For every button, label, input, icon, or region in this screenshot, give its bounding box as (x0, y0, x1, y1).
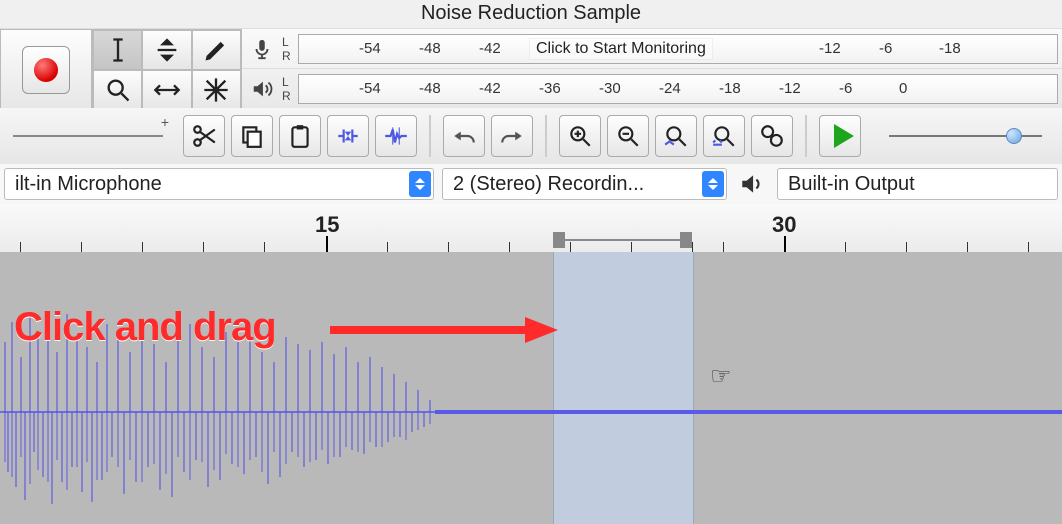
lr-labels-out: LR (282, 74, 298, 104)
channels-label: 2 (Stereo) Recordin... (453, 173, 644, 196)
gain-slider[interactable]: + (0, 108, 175, 164)
selection-handles[interactable] (553, 232, 692, 248)
chevron-updown-icon (409, 171, 431, 197)
draw-tool[interactable] (192, 30, 241, 70)
input-meter-row: LR -54 -48 -42 Click to Start Monitoring… (242, 29, 1062, 69)
cursor-hand-icon: ☞ (710, 362, 732, 391)
device-toolbar: ilt-in Microphone 2 (Stereo) Recordin...… (0, 164, 1062, 205)
selection-tool[interactable] (93, 30, 142, 70)
time-shift-tool[interactable] (142, 70, 191, 110)
edit-toolbar: + (0, 108, 1062, 165)
ruler-tick-label: 15 (315, 212, 339, 238)
cut-button[interactable] (183, 115, 225, 157)
redo-button[interactable] (491, 115, 533, 157)
chevron-updown-icon (702, 171, 724, 197)
output-device-select[interactable]: Built-in Output (777, 168, 1058, 200)
zoom-tool[interactable] (93, 70, 142, 110)
input-meter[interactable]: -54 -48 -42 Click to Start Monitoring -1… (298, 34, 1058, 64)
window-title: Noise Reduction Sample (0, 2, 1062, 25)
start-monitoring-label[interactable]: Click to Start Monitoring (529, 38, 713, 60)
zoom-in-button[interactable] (559, 115, 601, 157)
waveform (0, 252, 1062, 524)
paste-button[interactable] (279, 115, 321, 157)
channels-select[interactable]: 2 (Stereo) Recordin... (442, 168, 727, 200)
record-button[interactable] (22, 46, 70, 94)
meters-panel: LR -54 -48 -42 Click to Start Monitoring… (242, 29, 1062, 109)
envelope-tool[interactable] (142, 30, 191, 70)
ruler-tick-label: 30 (772, 212, 796, 238)
lr-labels: LR (282, 34, 298, 64)
annotation-arrow-icon (330, 315, 560, 345)
silence-button[interactable] (375, 115, 417, 157)
play-button[interactable] (819, 115, 861, 157)
output-device-label: Built-in Output (788, 173, 915, 196)
multi-tool[interactable] (192, 70, 241, 110)
zoom-out-button[interactable] (607, 115, 649, 157)
microphone-icon (242, 29, 282, 68)
speaker-icon (242, 69, 282, 108)
output-meter-row: LR -54 -48 -42 -36 -30 -24 -18 -12 -6 0 (242, 69, 1062, 109)
record-panel (0, 29, 92, 111)
undo-button[interactable] (443, 115, 485, 157)
zoom-toggle-button[interactable] (751, 115, 793, 157)
speaker-icon (735, 171, 769, 197)
fit-project-button[interactable] (703, 115, 745, 157)
output-meter[interactable]: -54 -48 -42 -36 -30 -24 -18 -12 -6 0 (298, 74, 1058, 104)
input-device-select[interactable]: ilt-in Microphone (4, 168, 434, 200)
tools-panel (92, 29, 242, 111)
annotation-text: Click and drag (14, 305, 276, 350)
trim-button[interactable] (327, 115, 369, 157)
input-device-label: ilt-in Microphone (15, 173, 162, 196)
audio-track[interactable]: ☞ (0, 252, 1062, 524)
transport-toolbar: LR -54 -48 -42 Click to Start Monitoring… (0, 28, 1062, 110)
playback-speed-slider[interactable] (869, 135, 1062, 137)
copy-button[interactable] (231, 115, 273, 157)
fit-selection-button[interactable] (655, 115, 697, 157)
timeline-ruler[interactable]: 15 30 (0, 204, 1062, 254)
